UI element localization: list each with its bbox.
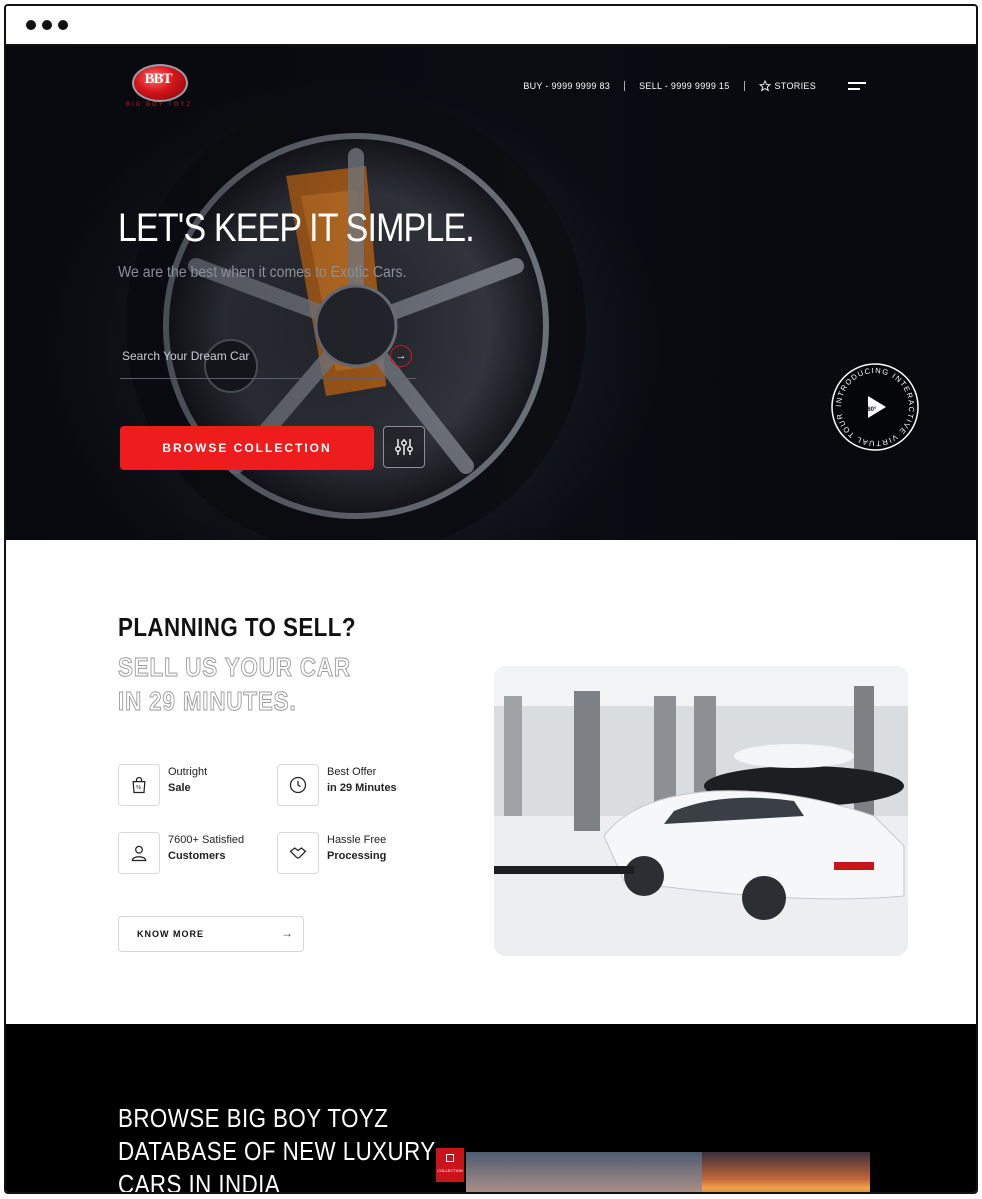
bag-percent-icon: % [118, 764, 160, 806]
handshake-icon [277, 832, 319, 874]
top-nav: BUY - 9999 9999 83 SELL - 9999 9999 15 S… [523, 80, 866, 92]
feature-bottom: in 29 Minutes [327, 782, 397, 794]
virtual-tour-ring-icon: INTRODUCING INTERACTIVE VIRTUAL TOUR 360… [831, 363, 919, 451]
search-submit-button[interactable]: → [390, 345, 412, 367]
arrow-right-icon: → [395, 350, 407, 362]
car-thumbnail[interactable] [702, 1152, 870, 1192]
feature-top: Outright [168, 766, 208, 778]
feature-bottom: Processing [327, 850, 387, 862]
hero-title: LET'S KEEP IT SIMPLE. [118, 206, 475, 250]
database-heading-line3: CARS IN INDIA [118, 1169, 281, 1194]
buy-phone-link[interactable]: BUY - 9999 9999 83 [523, 81, 610, 91]
sell-phone-link[interactable]: SELL - 9999 9999 15 [639, 81, 729, 91]
hamburger-menu-icon[interactable] [848, 81, 866, 91]
virtual-tour-badge[interactable]: INTRODUCING INTERACTIVE VIRTUAL TOUR 360… [830, 362, 920, 452]
tour-360-label: 360° [864, 407, 877, 413]
nav-divider [624, 81, 626, 91]
sell-heading: PLANNING TO SELL? [118, 612, 356, 642]
collection-tab[interactable]: COLLECTION [436, 1148, 464, 1182]
hero-section: BBT BIG BOY TOYZ BUY - 9999 9999 83 SELL… [6, 46, 976, 540]
brand-logo[interactable]: BBT BIG BOY TOYZ [118, 64, 200, 112]
window-dot-icon[interactable] [58, 20, 68, 30]
nav-divider [743, 81, 745, 91]
feature-item: Best Offer in 29 Minutes [277, 764, 397, 806]
stories-label: STORIES [774, 81, 816, 91]
stories-link[interactable]: STORIES [758, 80, 816, 92]
customer-icon [118, 832, 160, 874]
logo-text: BBT [144, 71, 172, 87]
filter-button[interactable] [383, 426, 425, 468]
database-heading: BROWSE BIG BOY TOYZ DATABASE OF NEW LUXU… [118, 1102, 436, 1194]
showroom-photo [494, 666, 908, 956]
svg-text:%: % [136, 785, 141, 791]
feature-bottom: Sale [168, 782, 191, 794]
database-heading-line2: DATABASE OF NEW LUXURY [118, 1136, 436, 1166]
search-bar: → [120, 342, 416, 379]
feature-item: Hassle Free Processing [277, 832, 386, 874]
know-more-button[interactable]: KNOW MORE → [118, 916, 304, 952]
window-dot-icon[interactable] [26, 20, 36, 30]
collection-tab-label: COLLECTION [437, 1168, 463, 1173]
know-more-label: KNOW MORE [137, 929, 204, 939]
star-icon [758, 80, 771, 92]
collection-icon [446, 1154, 454, 1162]
browser-titlebar [6, 6, 976, 46]
database-section: BROWSE BIG BOY TOYZ DATABASE OF NEW LUXU… [6, 1024, 976, 1194]
window-dot-icon[interactable] [42, 20, 52, 30]
arrow-right-icon: → [281, 926, 293, 940]
feature-top: Hassle Free [327, 834, 387, 846]
sell-tagline-line2: IN 29 MINUTES. [118, 686, 297, 717]
feature-item: 7600+ Satisfied Customers [118, 832, 244, 874]
feature-bottom: Customers [168, 850, 226, 862]
feature-item: % Outright Sale [118, 764, 207, 806]
clock-icon [277, 764, 319, 806]
window-controls [26, 20, 68, 30]
database-heading-line1: BROWSE BIG BOY TOYZ [118, 1103, 389, 1133]
browser-window: BBT BIG BOY TOYZ BUY - 9999 9999 83 SELL… [4, 4, 978, 1194]
feature-top: 7600+ Satisfied [168, 834, 245, 846]
hero-subtitle: We are the best when it comes to Exotic … [118, 264, 407, 281]
browse-collection-button[interactable]: BROWSE COLLECTION [120, 426, 374, 470]
car-thumbnail[interactable] [466, 1152, 702, 1192]
logo-subtitle: BIG BOY TOYZ [125, 102, 192, 108]
sell-section: PLANNING TO SELL? SELL US YOUR CAR IN 29… [6, 540, 976, 1024]
feature-top: Best Offer [327, 766, 377, 778]
search-input[interactable] [120, 348, 364, 364]
sliders-icon [395, 439, 413, 455]
sell-tagline-line1: SELL US YOUR CAR [118, 652, 351, 683]
